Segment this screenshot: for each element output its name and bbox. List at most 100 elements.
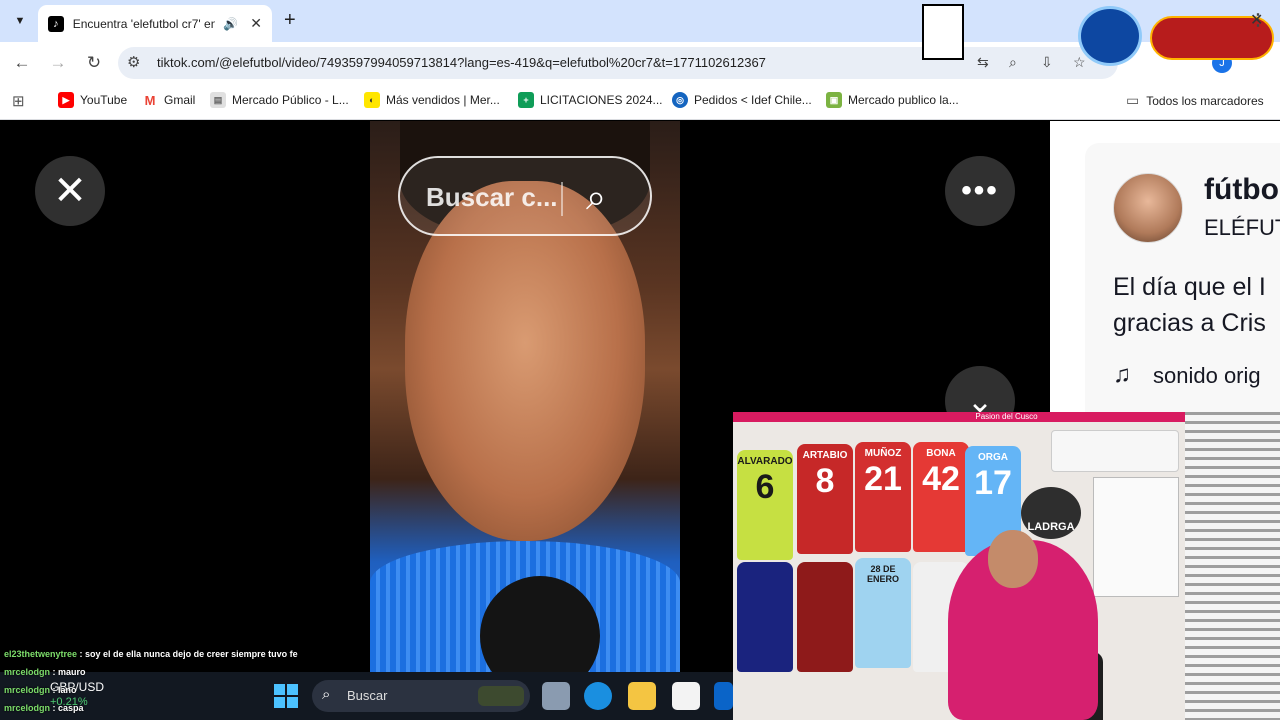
url-text[interactable]: tiktok.com/@elefutbol/video/749359799405… xyxy=(157,55,766,70)
search-icon[interactable]: ⌕ xyxy=(586,176,606,219)
jersey-name: BONA xyxy=(926,448,956,459)
outlook-icon[interactable] xyxy=(714,682,733,710)
bookmark-label: Gmail xyxy=(164,93,196,107)
chat-text: caspa xyxy=(58,703,84,713)
search-icon: ⌕ xyxy=(322,686,331,703)
bookmark-star-icon[interactable]: ☆ xyxy=(1073,54,1086,71)
chat-message: el23thetwenytree : soy el de ella nunca … xyxy=(4,649,298,659)
folder-icon: ▭ xyxy=(1126,92,1140,108)
bookmarks-bar: ⊞ ▶ YouTube M Gmail ▤ Mercado Público - L..… xyxy=(0,84,1280,120)
jersey-name: MUÑOZ xyxy=(864,448,902,459)
bookmark-mercado-publico[interactable]: ▤ Mercado Público - L... xyxy=(210,92,349,108)
bookmark-label: Mercado Público - L... xyxy=(232,93,349,107)
taskbar-search-label: Buscar xyxy=(347,688,388,703)
translate-icon[interactable]: ⇆ xyxy=(977,54,989,71)
bookmark-mercado-publico-2[interactable]: ▣ Mercado publico la... xyxy=(826,92,959,108)
streamer-head xyxy=(988,530,1038,588)
apps-icon[interactable]: ⊞ xyxy=(12,92,25,110)
jersey-artabio: ARTABIO 8 xyxy=(797,444,853,554)
taskbar-search[interactable]: ⌕ Buscar xyxy=(312,680,530,712)
whiteboard xyxy=(1093,477,1179,597)
store-icon[interactable] xyxy=(672,682,700,710)
author-username[interactable]: fútbo xyxy=(1204,173,1279,207)
image-icon: ▣ xyxy=(826,92,842,108)
chat-message: mrcelodgn : mauro xyxy=(4,667,86,677)
sheets-icon: + xyxy=(518,92,534,108)
search-placeholder[interactable]: Buscar c... xyxy=(426,182,562,213)
zoom-icon[interactable]: ⌕ xyxy=(1009,54,1017,71)
screen: ▼ ♪ Encuentra 'elefutbol cr7' en 🔊 ✕ + ←… xyxy=(0,0,1280,720)
new-tab-button[interactable]: + xyxy=(284,9,296,32)
window-blinds xyxy=(1185,412,1280,720)
youtube-icon: ▶ xyxy=(58,92,74,108)
bookmark-licitaciones[interactable]: + LICITACIONES 2024... xyxy=(518,92,663,108)
globe-icon: ◎ xyxy=(672,92,688,108)
chat-text: soy el de ella nunca dejo de creer siemp… xyxy=(85,649,298,659)
jersey-number: 21 xyxy=(864,460,902,498)
tiktok-icon: ♪ xyxy=(48,15,64,32)
bookmark-label: Pedidos < Idef Chile... xyxy=(694,93,812,107)
bookmark-gmail[interactable]: M Gmail xyxy=(142,92,195,108)
author-avatar[interactable] xyxy=(1113,173,1183,243)
chat-user: mrcelodgn xyxy=(4,703,51,713)
jersey-lower xyxy=(737,562,793,672)
file-explorer-icon[interactable] xyxy=(628,682,656,710)
forward-icon[interactable]: → xyxy=(46,51,70,75)
tab-close-icon[interactable]: ✕ xyxy=(250,15,262,32)
video-description-line: El día que el I xyxy=(1113,273,1266,301)
jersey-number: 6 xyxy=(755,468,775,506)
tab-search-icon[interactable]: ▼ xyxy=(9,10,31,32)
bookmark-label: Mercado publico la... xyxy=(848,93,959,107)
bookmark-pedidos[interactable]: ◎ Pedidos < Idef Chile... xyxy=(672,92,812,108)
close-video-button[interactable]: ✕ xyxy=(35,156,105,226)
video-search-bar[interactable]: Buscar c... ⌕ xyxy=(398,156,652,236)
address-bar[interactable]: ⚙ tiktok.com/@elefutbol/video/7493597994… xyxy=(118,47,1118,79)
video-description-line: gracias a Cris xyxy=(1113,309,1266,337)
jersey-bona: BONA 42 xyxy=(913,442,969,552)
author-display-name: ELÉFUT xyxy=(1204,215,1280,240)
wall-logo: LADRGA xyxy=(1021,487,1081,539)
bookmark-youtube[interactable]: ▶ YouTube xyxy=(58,92,127,108)
reload-icon[interactable]: ↻ xyxy=(82,51,106,75)
document-icon: ▤ xyxy=(210,92,226,108)
task-view-icon[interactable] xyxy=(542,682,570,710)
jersey-number: 17 xyxy=(974,464,1012,502)
chat-user: mrcelodgn xyxy=(4,685,51,695)
bookmark-label: Más vendidos | Mer... xyxy=(386,93,500,107)
jersey-name: ARTABIO xyxy=(802,450,848,461)
bookmark-label: LICITACIONES 2024... xyxy=(540,93,663,107)
install-icon[interactable]: ⇩ xyxy=(1041,54,1053,71)
jersey-number: 42 xyxy=(922,460,960,498)
streamer-webcam: Pasion del Cusco ALVARADO 6 ARTABIO 8 MUÑO… xyxy=(733,412,1280,720)
jersey-alvarado: ALVARADO 6 xyxy=(737,450,793,560)
bookmark-mas-vendidos[interactable]: ◐ Más vendidos | Mer... xyxy=(364,92,500,108)
browser-tab[interactable]: ♪ Encuentra 'elefutbol cr7' en 🔊 ✕ xyxy=(38,5,272,42)
idef-logo xyxy=(1078,6,1142,66)
music-note-icon: ♫ xyxy=(1113,361,1131,388)
site-info-icon[interactable]: ⚙ xyxy=(127,53,140,71)
live-chat: el23thetwenytree : soy el de ella nunca … xyxy=(4,648,304,720)
gmail-icon: M xyxy=(142,92,158,108)
chat-message: mrcelodgn : caspa xyxy=(4,703,84,713)
jersey-28-enero: 28 DE ENERO xyxy=(855,558,911,668)
chat-text: lano xyxy=(58,685,77,695)
window-close-icon[interactable]: ✕ xyxy=(1250,10,1263,30)
chat-user: el23thetwenytree xyxy=(4,649,78,659)
jersey-text: 28 DE ENERO xyxy=(866,564,899,584)
air-conditioner xyxy=(1051,430,1179,472)
search-highlight-icon xyxy=(478,686,524,706)
back-icon[interactable]: ← xyxy=(10,51,34,75)
jersey-munoz: MUÑOZ 21 xyxy=(855,442,911,552)
music-label[interactable]: sonido orig xyxy=(1153,363,1261,389)
jersey-number: 8 xyxy=(815,462,835,500)
edge-icon[interactable] xyxy=(584,682,612,710)
jersey-lower xyxy=(797,562,853,672)
all-bookmarks-label: Todos los marcadores xyxy=(1146,93,1264,108)
all-bookmarks[interactable]: ▭ Todos los marcadores xyxy=(1126,92,1264,109)
more-options-button[interactable]: ••• xyxy=(945,156,1015,226)
the-121-logo xyxy=(922,4,964,60)
mercadolibre-icon: ◐ xyxy=(364,92,380,108)
jersey-name: ORGA xyxy=(978,452,1008,463)
chat-text: mauro xyxy=(58,667,86,677)
speaker-icon[interactable]: 🔊 xyxy=(223,17,238,31)
